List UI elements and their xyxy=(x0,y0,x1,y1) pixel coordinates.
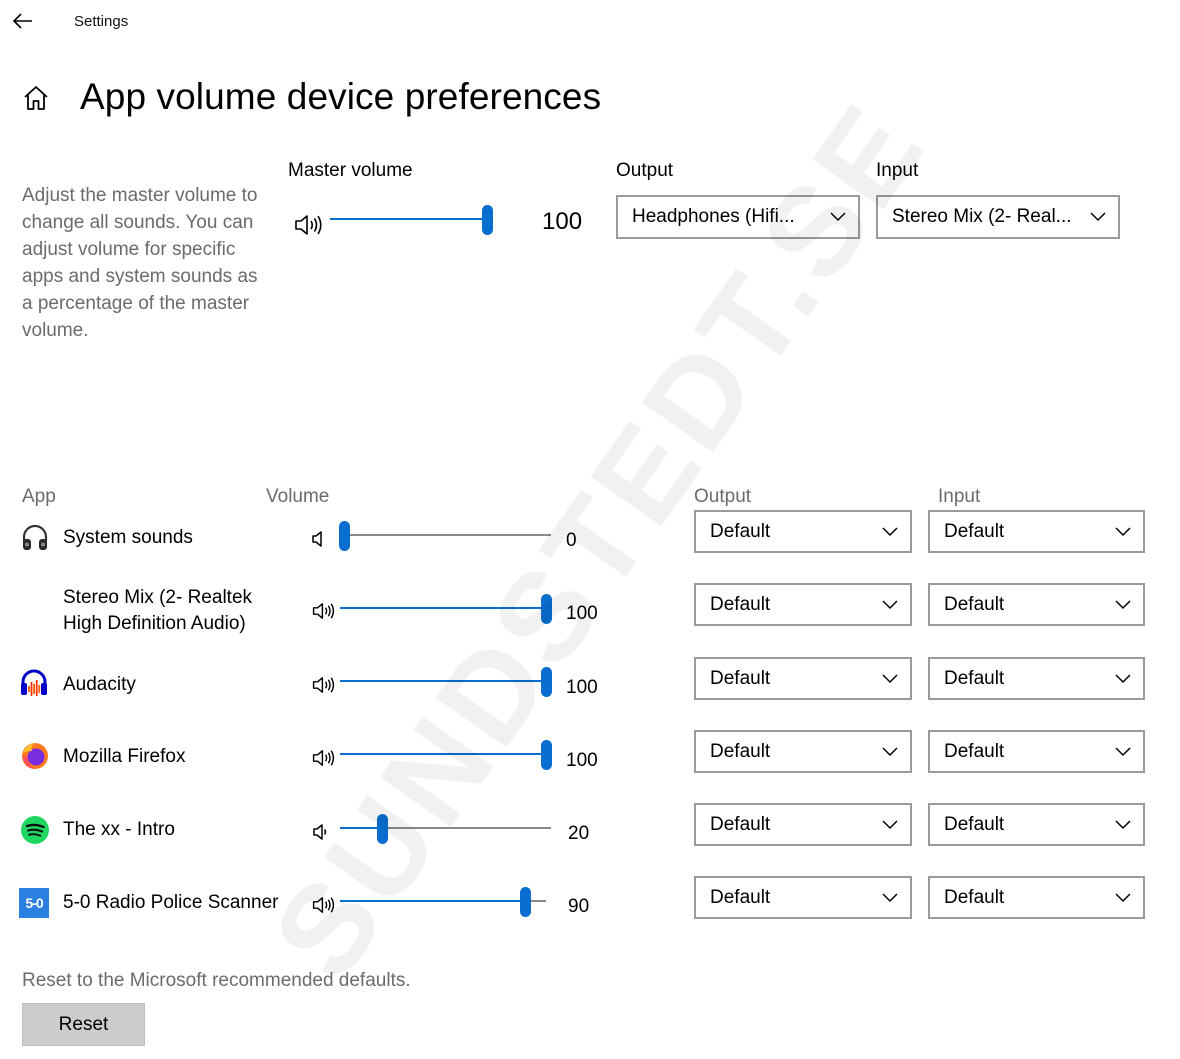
home-icon[interactable] xyxy=(22,84,50,112)
input-dropdown-value: Default xyxy=(944,886,1005,908)
radio-scanner-icon: 5-0 xyxy=(19,888,49,918)
input-dropdown-firefox[interactable]: Default xyxy=(928,730,1145,773)
output-dropdown-value: Default xyxy=(710,740,771,762)
audacity-icon xyxy=(21,669,47,696)
chevron-down-icon xyxy=(882,599,898,609)
input-dropdown-value: Default xyxy=(944,520,1005,542)
chevron-down-icon xyxy=(1115,526,1131,536)
back-arrow-icon xyxy=(13,13,32,29)
master-input-label: Input xyxy=(876,160,919,181)
volume-slider-thumb[interactable] xyxy=(377,814,389,844)
input-dropdown-value: Default xyxy=(944,813,1005,835)
output-column-header: Output xyxy=(694,486,752,507)
volume-slider-thumb[interactable] xyxy=(541,667,552,697)
app-name-stereo-mix: Stereo Mix (2- Realtek High Definition A… xyxy=(63,587,253,634)
output-dropdown-value: Default xyxy=(710,813,771,835)
volume-slider-radio-police-scanner[interactable] xyxy=(340,887,546,917)
speaker-low-icon[interactable] xyxy=(312,823,328,841)
input-dropdown-audacity[interactable]: Default xyxy=(928,657,1145,700)
master-volume-label: Master volume xyxy=(288,160,413,181)
input-column-header: Input xyxy=(938,486,981,507)
master-input-value: Stereo Mix (2- Real... xyxy=(892,206,1072,227)
input-dropdown-radio-police-scanner[interactable]: Default xyxy=(928,876,1145,919)
chevron-down-icon xyxy=(1115,819,1131,829)
volume-slider-firefox[interactable] xyxy=(340,740,552,770)
volume-value-firefox: 100 xyxy=(566,750,598,771)
chevron-down-icon xyxy=(1115,673,1131,683)
title-bar: Settings xyxy=(0,0,1180,46)
volume-slider-thumb[interactable] xyxy=(520,887,532,917)
input-dropdown-value: Default xyxy=(944,593,1005,615)
chevron-down-icon xyxy=(882,746,898,756)
app-name-firefox: Mozilla Firefox xyxy=(63,746,186,767)
master-volume-value: 100 xyxy=(542,208,583,235)
master-output-value: Headphones (Hifi... xyxy=(632,206,795,227)
back-button[interactable] xyxy=(8,6,38,36)
app-name-the-xx-intro: The xx - Intro xyxy=(63,819,175,840)
reset-button[interactable]: Reset xyxy=(22,1003,145,1046)
master-volume-slider-thumb[interactable] xyxy=(482,205,493,235)
chevron-down-icon xyxy=(882,892,898,902)
volume-value-stereo-mix: 100 xyxy=(566,603,598,624)
speaker-muted-icon[interactable] xyxy=(311,530,325,548)
app-name-audacity: Audacity xyxy=(63,674,136,695)
app-column-header: App xyxy=(22,486,56,507)
volume-value-system-sounds: 0 xyxy=(566,530,577,551)
output-dropdown-value: Default xyxy=(710,593,771,615)
input-dropdown-system-sounds[interactable]: Default xyxy=(928,510,1145,553)
output-dropdown-audacity[interactable]: Default xyxy=(694,657,912,700)
speaker-icon[interactable] xyxy=(312,675,336,695)
chevron-down-icon xyxy=(1090,212,1106,222)
headphones-icon xyxy=(22,524,48,550)
master-volume-description: Adjust the master volume to change all s… xyxy=(22,185,258,341)
chevron-down-icon xyxy=(882,819,898,829)
app-name-system-sounds: System sounds xyxy=(63,527,193,548)
volume-slider-thumb[interactable] xyxy=(541,594,552,624)
speaker-icon[interactable] xyxy=(312,895,336,915)
chevron-down-icon xyxy=(882,526,898,536)
speaker-icon[interactable] xyxy=(294,213,324,237)
input-dropdown-stereo-mix[interactable]: Default xyxy=(928,583,1145,626)
speaker-icon[interactable] xyxy=(312,748,336,768)
input-dropdown-value: Default xyxy=(944,667,1005,689)
input-dropdown-value: Default xyxy=(944,740,1005,762)
output-dropdown-system-sounds[interactable]: Default xyxy=(694,510,912,553)
master-output-dropdown[interactable]: Headphones (Hifi... xyxy=(616,195,860,239)
master-input-dropdown[interactable]: Stereo Mix (2- Real... xyxy=(876,195,1120,239)
page-title: App volume device preferences xyxy=(80,76,602,117)
window-title: Settings xyxy=(74,13,129,30)
volume-slider-system-sounds[interactable] xyxy=(339,521,551,551)
spotify-icon xyxy=(21,816,49,844)
chevron-down-icon xyxy=(830,212,846,222)
speaker-icon[interactable] xyxy=(312,601,336,621)
volume-value-the-xx-intro: 20 xyxy=(568,823,590,844)
reset-description: Reset to the Microsoft recommended defau… xyxy=(22,970,411,991)
chevron-down-icon xyxy=(1115,599,1131,609)
volume-column-header: Volume xyxy=(266,486,330,507)
volume-slider-the-xx-intro[interactable] xyxy=(340,814,551,844)
chevron-down-icon xyxy=(1115,746,1131,756)
radio-scanner-icon-text: 5-0 xyxy=(25,895,43,911)
master-volume-slider[interactable] xyxy=(330,205,493,235)
output-dropdown-value: Default xyxy=(710,667,771,689)
volume-slider-audacity[interactable] xyxy=(340,667,552,697)
volume-value-radio-police-scanner: 90 xyxy=(568,896,590,917)
chevron-down-icon xyxy=(1115,892,1131,902)
firefox-icon xyxy=(22,743,48,769)
output-dropdown-stereo-mix[interactable]: Default xyxy=(694,583,912,626)
output-dropdown-value: Default xyxy=(710,520,771,542)
chevron-down-icon xyxy=(882,673,898,683)
volume-slider-thumb[interactable] xyxy=(541,740,552,770)
output-dropdown-firefox[interactable]: Default xyxy=(694,730,912,773)
input-dropdown-the-xx-intro[interactable]: Default xyxy=(928,803,1145,846)
output-dropdown-radio-police-scanner[interactable]: Default xyxy=(694,876,912,919)
volume-slider-thumb[interactable] xyxy=(339,521,350,551)
volume-value-audacity: 100 xyxy=(566,677,598,698)
app-name-radio-police-scanner: 5-0 Radio Police Scanner xyxy=(63,892,279,913)
volume-slider-stereo-mix[interactable] xyxy=(340,594,552,624)
master-output-label: Output xyxy=(616,160,674,181)
output-dropdown-the-xx-intro[interactable]: Default xyxy=(694,803,912,846)
output-dropdown-value: Default xyxy=(710,886,771,908)
